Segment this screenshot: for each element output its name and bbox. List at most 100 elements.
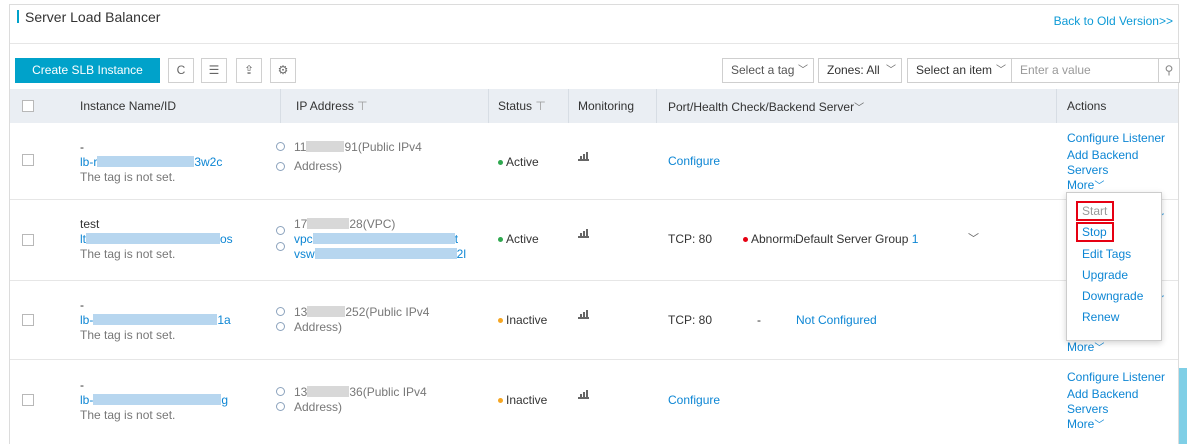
tag-status: The tag is not set. [80,328,176,342]
ip-address: 13 252(Public IPv4 [294,305,429,320]
menu-item-upgrade[interactable]: Upgrade [1082,268,1128,282]
row-checkbox[interactable] [22,234,34,246]
configure-link[interactable]: Configure [668,154,720,169]
more-label: More [1067,178,1095,192]
menu-item-edit-tags[interactable]: Edit Tags [1082,247,1131,261]
status-dot [498,318,503,323]
row-divider [10,280,1178,281]
status-text: Inactive [506,313,548,327]
configure-link[interactable]: Configure [668,393,720,408]
ip-type: Address) [294,400,343,414]
vsw-start: vsw [294,247,315,261]
header-actions: Actions [1067,99,1107,113]
configure-listener-link[interactable]: Configure Listener [1067,131,1165,146]
export-icon[interactable]: ⇪ [236,58,262,83]
monitoring-chart-icon[interactable] [578,388,589,399]
backend-not-configured-link[interactable]: Not Configured [796,313,877,328]
status-badge: Inactive [498,313,547,328]
highlight-box-start [1076,201,1114,221]
add-backend-servers-link-line2[interactable]: Servers [1067,402,1108,417]
back-to-old-version-link[interactable]: Back to Old Version>> [1054,14,1173,28]
instance-id-end: os [220,232,233,246]
listener-port: TCP: 80 [668,313,713,327]
vpc-link[interactable]: vpc t [294,232,458,247]
menu-item-downgrade[interactable]: Downgrade [1082,289,1143,303]
vswitch-link[interactable]: vsw 2l [294,247,466,262]
row-checkbox[interactable] [22,154,34,166]
health-check-status: - [757,313,761,327]
redaction-mask [93,394,222,405]
header-divider [488,89,489,123]
tag-status: The tag is not set. [80,170,176,184]
chevron-down-icon: ﹀ [798,65,808,76]
monitoring-chart-icon[interactable] [578,150,589,161]
header-divider [656,89,657,123]
page-title-text: Server Load Balancer [25,9,161,25]
ip-end: 28(VPC) [349,217,396,231]
shield-icon [276,162,285,171]
highlight-box-stop [1076,222,1114,242]
vsw-end: 2l [456,247,467,261]
instance-name: - [80,378,84,392]
configure-listener-link[interactable]: Configure Listener [1067,370,1165,385]
vpc-start: vpc [294,232,313,246]
chevron-down-icon: ﹀ [1094,181,1105,192]
row-divider [10,359,1178,360]
more-label: More [1067,417,1095,431]
more-label: More [1067,340,1095,354]
tag-select-label: Select a tag [731,63,795,77]
instance-id-link[interactable]: lb-g [80,393,228,408]
feedback-tab[interactable] [1179,368,1187,444]
add-backend-servers-link-line2[interactable]: Servers [1067,163,1108,178]
instance-id-link[interactable]: lt os [80,232,233,247]
more-menu-toggle[interactable]: More﹀ [1067,417,1104,433]
ip-end: 91(Public IPv4 [344,140,422,154]
status-text: Inactive [506,393,548,407]
refresh-icon[interactable]: C [168,58,194,83]
create-slb-instance-button[interactable]: Create SLB Instance [15,58,160,83]
ip-type: Address) [294,320,343,334]
row-divider [10,199,1178,200]
tag-status: The tag is not set. [80,408,176,422]
ip-start: 11 [294,140,307,154]
instance-name: - [80,140,84,154]
select-all-checkbox[interactable] [22,100,34,112]
item-select[interactable]: Select an item ﹀ [907,58,1012,83]
header-instance-name: Instance Name/ID [80,99,177,113]
ip-address: 13 36(Public IPv4 [294,385,427,400]
search-input[interactable]: Enter a value [1011,58,1159,83]
chevron-down-icon[interactable]: ﹀ [968,232,979,247]
menu-item-renew[interactable]: Renew [1082,310,1119,324]
list-view-icon[interactable]: ☰ [201,58,227,83]
add-backend-servers-link[interactable]: Add Backend [1067,148,1138,163]
filter-icon[interactable]: ⊤ [357,99,367,113]
ip-end: 252(Public IPv4 [345,305,430,319]
redaction-mask [97,156,195,167]
more-menu-toggle[interactable]: More﹀ [1067,340,1104,356]
settings-icon[interactable]: ⚙ [270,58,296,83]
redaction-mask [306,141,345,152]
location-icon [276,142,285,151]
header-status-label: Status [498,99,533,113]
header-status: Status ⊤ [498,99,546,113]
redaction-mask [307,218,350,229]
tag-select[interactable]: Select a tag ﹀ [722,58,814,83]
row-checkbox[interactable] [22,394,34,406]
add-backend-servers-link[interactable]: Add Backend [1067,387,1138,402]
redaction-mask [93,314,218,325]
header-port-health-backend[interactable]: Port/Health Check/Backend Server﹀ [668,99,864,114]
chevron-down-icon: ﹀ [854,103,865,114]
status-text: Active [506,232,539,246]
row-checkbox[interactable] [22,314,34,326]
monitoring-chart-icon[interactable] [578,308,589,319]
monitoring-chart-icon[interactable] [578,227,589,238]
backend-group-count-link[interactable]: 1 [912,232,919,246]
search-icon[interactable]: ⚲ [1158,58,1180,83]
instance-id-link[interactable]: lb-r 3w2c [80,155,222,170]
instance-id-link[interactable]: lb- 1a [80,313,231,328]
instance-id-end: g [221,393,229,407]
ip-address: 17 28(VPC) [294,217,395,232]
filter-icon[interactable]: ⊤ [535,99,545,113]
redaction-mask [86,233,220,244]
zones-select[interactable]: Zones: All ﹀ [818,58,902,83]
